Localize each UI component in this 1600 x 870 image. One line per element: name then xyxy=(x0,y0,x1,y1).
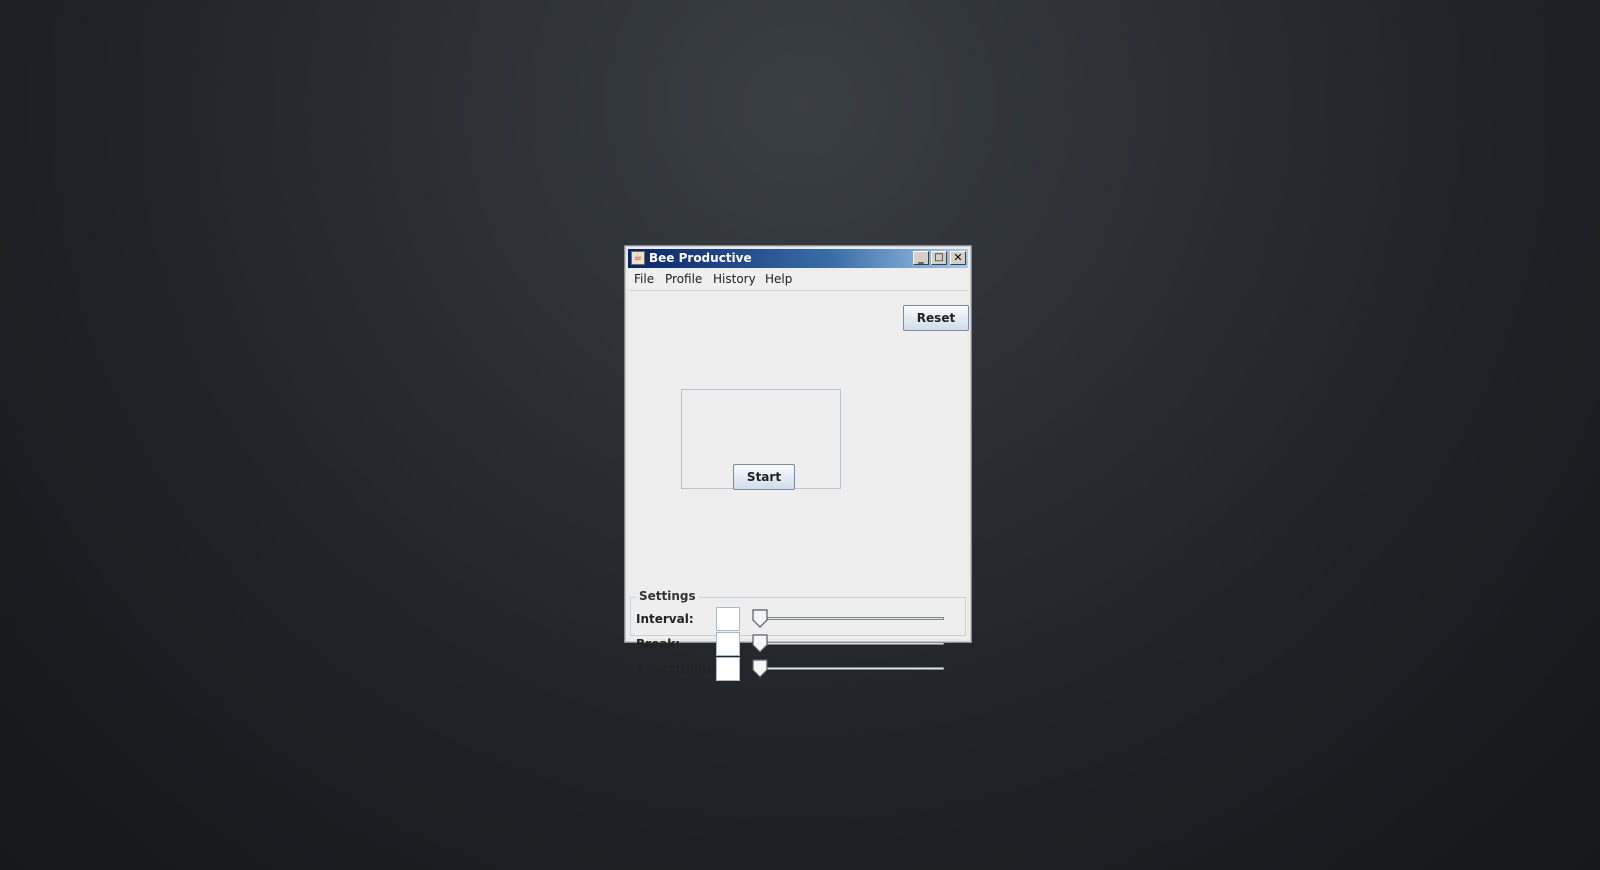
close-button[interactable]: ✕ xyxy=(950,251,966,265)
start-button[interactable]: Start xyxy=(733,464,795,490)
title-bar[interactable]: ☕ Bee Productive _ □ ✕ xyxy=(628,249,968,268)
break-slider-track[interactable] xyxy=(754,642,944,645)
main-panel: Reset Start Settings Interval: Break: Re… xyxy=(628,291,969,681)
interval-slider-track[interactable] xyxy=(754,617,944,620)
interval-label: Interval: xyxy=(636,612,694,626)
window-title: Bee Productive xyxy=(649,251,752,265)
repetitions-slider-track[interactable] xyxy=(754,667,944,670)
interval-slider-thumb[interactable] xyxy=(751,609,769,629)
app-window: ☕ Bee Productive _ □ ✕ File Profile Hist… xyxy=(624,245,972,681)
repetitions-slider-thumb[interactable] xyxy=(751,659,769,679)
menu-profile[interactable]: Profile xyxy=(662,269,705,290)
maximize-button[interactable]: □ xyxy=(931,251,947,265)
menu-help[interactable]: Help xyxy=(762,269,795,290)
menu-file[interactable]: File xyxy=(631,269,657,290)
interval-field[interactable] xyxy=(716,607,740,631)
break-slider-thumb[interactable] xyxy=(751,634,769,654)
minimize-button[interactable]: _ xyxy=(913,251,929,265)
repetitions-label: Repetitions: xyxy=(636,662,719,676)
break-field[interactable] xyxy=(716,632,740,656)
java-icon: ☕ xyxy=(631,251,645,265)
break-label: Break: xyxy=(636,637,681,651)
settings-legend: Settings xyxy=(636,589,699,603)
settings-panel: Settings Interval: Break: Repetitions: xyxy=(630,589,966,681)
repetitions-field[interactable] xyxy=(716,657,740,681)
menu-history[interactable]: History xyxy=(710,269,759,290)
menu-bar: File Profile History Help xyxy=(628,269,968,291)
reset-button[interactable]: Reset xyxy=(903,305,969,331)
